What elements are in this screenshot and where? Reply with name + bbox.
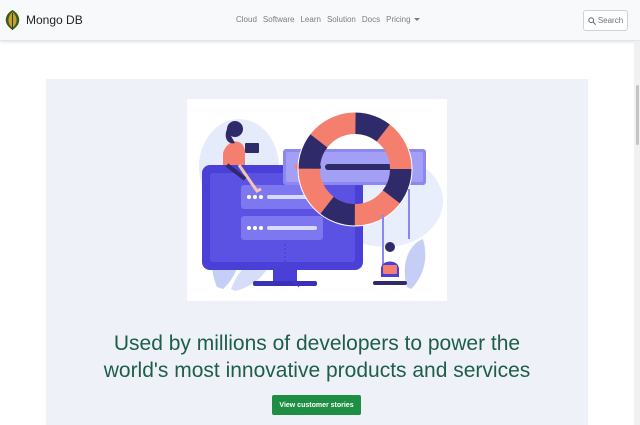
nav-cloud[interactable]: Cloud — [236, 15, 257, 25]
main-nav: Cloud Software Learn Solution Docs Prici… — [236, 15, 426, 25]
search-button[interactable]: Search — [583, 10, 628, 31]
hero-headline-line-1: Used by millions of developers to power … — [113, 332, 521, 355]
view-customer-stories-button[interactable]: View customer stories — [272, 395, 361, 415]
nav-docs[interactable]: Docs — [362, 15, 380, 25]
nav-solution[interactable]: Solution — [327, 15, 356, 25]
search-label: Search — [597, 16, 624, 25]
nav-pricing-label: Pricing — [386, 15, 411, 24]
brand-link[interactable]: Mongo DB — [4, 8, 83, 32]
customer-support-illustration — [187, 99, 447, 301]
nav-learn[interactable]: Learn — [300, 15, 320, 25]
page-scrollbar[interactable] — [634, 41, 640, 425]
hero-headline: Used by millions of developers to power … — [46, 330, 588, 384]
mongodb-leaf-icon — [5, 10, 20, 30]
brand-name: Mongo DB — [26, 13, 83, 27]
hero-section: Used by millions of developers to power … — [46, 79, 588, 425]
nav-pricing[interactable]: Pricing — [386, 15, 420, 25]
nav-software[interactable]: Software — [263, 15, 295, 25]
hero-headline-line-2: world's most innovative products and ser… — [103, 359, 531, 382]
chevron-down-icon — [413, 18, 420, 22]
search-icon — [588, 16, 596, 25]
top-navbar: Mongo DB Cloud Software Learn Solution D… — [0, 0, 640, 41]
scrollbar-thumb[interactable] — [636, 85, 639, 145]
